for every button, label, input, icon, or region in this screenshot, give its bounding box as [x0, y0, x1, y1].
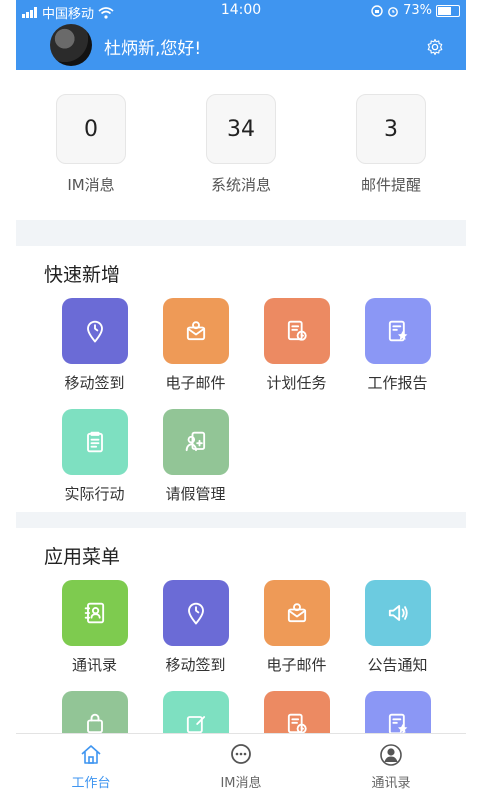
quick-add-item-label: 实际行动 [64, 485, 125, 503]
battery-percent: 73% [403, 3, 432, 18]
status-right: 73% [371, 3, 460, 18]
quick-add-tile [162, 409, 229, 475]
app-menu-item-label: 通讯录 [71, 656, 117, 674]
tab-chat[interactable]: IM消息 [166, 734, 316, 800]
app-menu-tile [61, 580, 128, 646]
quick-add-item[interactable]: 实际行动 [44, 397, 145, 508]
stat-value-box: 0 [56, 94, 126, 164]
stat-im[interactable]: 0 IM消息 [36, 94, 146, 195]
app-frame: 中国移动 14:00 73% 杜炳新,您好! 0 IM消息 34 系统消息 3 … [16, 0, 466, 800]
stat-mail[interactable]: 3 邮件提醒 [336, 94, 446, 195]
tab-label: 通讯录 [371, 776, 411, 791]
app-menu-item[interactable]: 移动签到 [145, 568, 246, 679]
stat-value-box: 3 [356, 94, 426, 164]
quick-add-item[interactable]: 工作报告 [347, 286, 448, 397]
tab-home[interactable]: 工作台 [16, 734, 166, 800]
quick-add-tile [61, 409, 128, 475]
quick-add-title: 快速新增 [44, 264, 121, 286]
mail-icon [186, 321, 205, 341]
greeting-text: 杜炳新,您好! [104, 39, 202, 59]
home-icon [81, 745, 101, 764]
quick-add-item-label: 移动签到 [64, 374, 125, 392]
app-menu-item[interactable]: 公告通知 [347, 568, 448, 679]
stat-label: IM消息 [67, 176, 115, 194]
clipboard-icon [86, 431, 103, 453]
lock-rotation-icon [371, 4, 383, 17]
stat-value-box: 34 [206, 94, 276, 164]
stat-system[interactable]: 34 系统消息 [186, 94, 296, 195]
stats-row: 0 IM消息 34 系统消息 3 邮件提醒 [16, 70, 466, 220]
app-menu-item-label: 电子邮件 [266, 656, 327, 674]
quick-add-item[interactable]: 电子邮件 [145, 286, 246, 397]
person-icon [380, 744, 402, 766]
quick-add-tile [61, 298, 128, 364]
battery-icon [436, 4, 460, 17]
chat-icon [231, 744, 251, 764]
avatar[interactable] [50, 24, 92, 66]
task-icon [287, 320, 307, 341]
quick-add-item[interactable]: 移动签到 [44, 286, 145, 397]
bottom-tab-bar: 工作台 IM消息 通讯录 [16, 733, 466, 800]
quick-add-item-label: 电子邮件 [165, 374, 226, 392]
stat-label: 系统消息 [210, 176, 271, 194]
quick-add-item-label: 计划任务 [266, 374, 327, 392]
section-divider [16, 512, 466, 528]
location-icon [187, 602, 204, 625]
alarm-icon [388, 6, 398, 17]
tab-label: IM消息 [220, 776, 262, 791]
quick-add-item-label: 工作报告 [367, 374, 428, 392]
app-menu-tile [364, 580, 431, 646]
app-menu-tile [263, 580, 330, 646]
app-menu-item-label: 移动签到 [165, 656, 226, 674]
report-icon [388, 320, 407, 342]
quick-add-item[interactable]: 请假管理 [145, 397, 246, 508]
app-menu-title: 应用菜单 [44, 546, 121, 568]
contacts-icon [84, 602, 104, 624]
speaker-icon [388, 605, 408, 621]
quick-add-grid: 移动签到 电子邮件 计划任务 工作报告实际行动 请假管理 [16, 286, 466, 508]
tab-label: 工作台 [71, 776, 111, 791]
app-menu-item[interactable]: 通讯录 [44, 568, 145, 679]
location-icon [86, 320, 103, 343]
header: 中国移动 14:00 73% 杜炳新,您好! [16, 0, 466, 70]
gear-icon[interactable] [426, 38, 444, 56]
section-divider [16, 220, 466, 246]
quick-add-tile [364, 298, 431, 364]
leave-icon [185, 431, 205, 452]
quick-add-tile [162, 298, 229, 364]
quick-add-item-label: 请假管理 [165, 485, 226, 503]
quick-add-item[interactable]: 计划任务 [246, 286, 347, 397]
app-menu-item-label: 公告通知 [367, 656, 428, 674]
app-menu-item[interactable]: 电子邮件 [246, 568, 347, 679]
tab-person[interactable]: 通讯录 [316, 734, 466, 800]
app-menu-tile [162, 580, 229, 646]
stat-label: 邮件提醒 [360, 176, 421, 194]
status-bar: 中国移动 14:00 73% [16, 0, 466, 22]
quick-add-tile [263, 298, 330, 364]
mail-icon [287, 603, 306, 623]
